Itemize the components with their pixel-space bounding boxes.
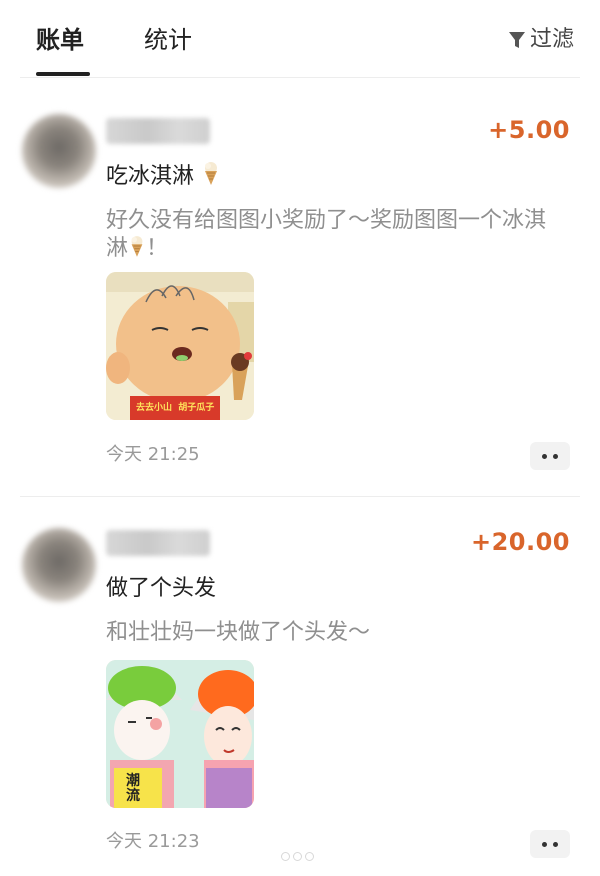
avatar [22,528,96,602]
photo-caption: 潮流 [126,773,140,804]
avatar [22,114,96,188]
photo-caption: 去去小山 胡子瓜子 [136,403,215,413]
tab-bar: 账单 统计 过滤 [0,0,600,78]
entry-title: 吃冰淇淋 [106,160,221,196]
entry-time: 今天 21:25 [106,444,200,465]
header-divider [20,77,580,78]
page-dot [293,852,302,861]
dot-icon [542,453,547,459]
amount: +20.00 [470,528,570,556]
ice-cream-icon [128,234,146,265]
filter-button[interactable]: 过滤 [508,24,574,56]
entry-description: 和壮壮妈一块做了个头发～ [106,620,371,645]
active-tab-indicator [36,72,90,76]
more-options-button[interactable] [530,830,570,858]
filter-label: 过滤 [529,27,574,52]
tab-bills[interactable]: 账单 [36,22,84,58]
entry-title: 做了个头发 [106,576,217,601]
dot-icon [553,841,558,847]
amount: +5.00 [488,116,570,144]
entry-title-text: 吃冰淇淋 [106,164,195,189]
tab-statistics[interactable]: 统计 [144,22,192,58]
user-name-blurred [106,118,210,144]
page-dot [305,852,314,861]
filter-icon [508,30,526,50]
page-indicator [281,852,314,861]
entry-photo[interactable]: 去去小山 胡子瓜子 [106,272,254,420]
entry-description-suffix: ！ [146,236,169,261]
page-dot [281,852,290,861]
entry-description: 好久没有给图图小奖励了～奖励图图一个冰淇淋 ！ [106,208,566,265]
entry-description-text: 好久没有给图图小奖励了～奖励图图一个冰淇淋 [106,208,547,261]
dot-icon [553,453,558,459]
entry-time: 今天 21:23 [106,831,200,852]
user-name-blurred [106,530,210,556]
ice-cream-icon [201,160,221,196]
more-options-button[interactable] [530,442,570,470]
row-divider [20,496,580,497]
entry-photo[interactable]: 潮流 [106,660,254,808]
dot-icon [542,841,547,847]
